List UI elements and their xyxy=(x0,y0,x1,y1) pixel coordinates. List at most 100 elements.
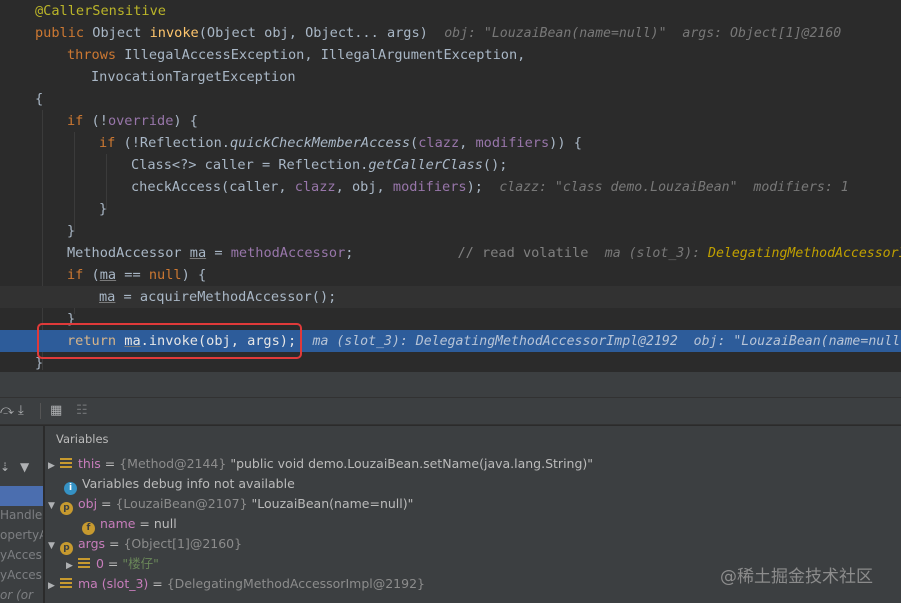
variable-name: ma (slot_3) xyxy=(78,576,149,591)
code-line[interactable]: } xyxy=(0,220,901,242)
code-line[interactable]: throws IllegalAccessException, IllegalAr… xyxy=(0,44,901,66)
debug-inline-hint: ma (slot_3): DelegatingMethodAccessorImp… xyxy=(312,334,901,349)
expand-arrow-icon[interactable]: ▶ xyxy=(66,556,78,576)
code-line[interactable]: InvocationTargetException xyxy=(0,66,901,88)
code-text: = xyxy=(206,245,231,261)
brace: } xyxy=(99,201,108,217)
code-text: ); xyxy=(466,179,483,195)
method-call: getCallerClass xyxy=(368,157,483,173)
code-text: checkAccess(caller, xyxy=(131,179,295,195)
annotation-text: @CallerSensitive xyxy=(35,3,166,19)
variable-name: obj xyxy=(78,496,98,511)
frame-item[interactable]: or (or xyxy=(0,588,43,602)
debug-panel-header xyxy=(0,372,901,397)
variable-name: 0 xyxy=(96,556,104,571)
variable-type: {Method@2144} xyxy=(119,456,227,471)
expand-arrow-icon[interactable]: ▶ xyxy=(48,576,60,596)
code-line[interactable]: ma = acquireMethodAccessor(); xyxy=(0,286,901,308)
equals-sign: = xyxy=(103,556,123,571)
code-text: (); xyxy=(482,157,508,173)
variable-row[interactable]: ▶ 0 = "楼仔" xyxy=(66,554,159,574)
expand-arrow-icon[interactable]: ▶ xyxy=(48,456,60,476)
code-line[interactable]: checkAccess(caller, clazz, obj, modifier… xyxy=(0,176,901,198)
debug-inline-hint: obj: "LouzaiBean(name=null)" args: Objec… xyxy=(444,26,842,41)
variable-row[interactable]: ▼ p obj = {LouzaiBean@2107} "LouzaiBean(na… xyxy=(48,494,413,516)
code-text: )) { xyxy=(549,135,582,151)
code-text: = acquireMethodAccessor(); xyxy=(115,289,337,305)
code-line[interactable]: Class<?> caller = Reflection.getCallerCl… xyxy=(0,154,901,176)
watermark: @稀土掘金技术社区 xyxy=(720,567,873,587)
frame-item[interactable]: yAcces xyxy=(0,568,43,582)
field-list-icon xyxy=(60,578,72,589)
equals-sign: = xyxy=(135,516,154,531)
selected-frame[interactable] xyxy=(0,486,43,506)
code-line[interactable]: MethodAccessor ma = methodAccessor;// re… xyxy=(0,242,901,264)
debug-inline-hint: ma (slot_3): xyxy=(604,246,709,261)
variable-type: {LouzaiBean@2107} xyxy=(115,496,248,511)
field-list-icon xyxy=(78,558,90,569)
code-line[interactable]: if (!Reflection.quickCheckMemberAccess(c… xyxy=(0,132,901,154)
field-list-icon xyxy=(60,458,72,469)
variable-ref: ma xyxy=(99,289,116,305)
type-text: Object xyxy=(92,25,142,41)
keyword: public xyxy=(35,25,85,41)
field-ref: modifiers xyxy=(392,179,467,195)
field-ref: override xyxy=(107,113,174,129)
field-ref: methodAccessor xyxy=(230,245,346,261)
code-line[interactable]: public Object invoke(Object obj, Object.… xyxy=(0,22,901,44)
code-text: MethodAccessor xyxy=(67,245,190,261)
method-name: invoke xyxy=(149,25,199,41)
keyword: if xyxy=(67,113,84,129)
variable-value: null xyxy=(153,516,177,531)
variables-title: Variables xyxy=(56,432,109,446)
code-text: IllegalAccessException, IllegalArgumentE… xyxy=(124,47,526,63)
code-line[interactable]: { xyxy=(0,88,901,110)
field-ref: clazz xyxy=(418,135,460,151)
keyword: null xyxy=(148,267,182,283)
code-text: InvocationTargetException xyxy=(91,69,296,85)
code-comment: // read volatile xyxy=(457,245,589,261)
variable-row[interactable]: f name = null xyxy=(82,514,177,535)
variable-row[interactable]: ▼ p args = {Object[1]@2160} xyxy=(48,534,243,556)
step-into-icon[interactable]: ⤓ xyxy=(18,403,24,418)
collapse-arrow-icon[interactable]: ▼ xyxy=(48,496,60,516)
code-text: ( xyxy=(83,267,100,283)
code-text: ) { xyxy=(173,113,198,129)
frame-item[interactable]: yAcces xyxy=(0,548,43,562)
arrow-down-icon[interactable]: ⇣ xyxy=(0,460,10,474)
code-line[interactable]: if (ma == null) { xyxy=(0,264,901,286)
method-call: quickCheckMemberAccess xyxy=(229,135,411,151)
table-view-icon[interactable]: ▦ xyxy=(50,403,62,418)
step-over-icon[interactable]: ⤼ xyxy=(0,403,14,418)
filter-icon[interactable]: ▼ xyxy=(20,460,29,474)
code-editor[interactable]: @CallerSensitive public Object invoke(Ob… xyxy=(0,0,901,372)
code-text: ( xyxy=(410,135,419,151)
variable-type: {Object[1]@2160} xyxy=(123,536,243,551)
code-text: , obj, xyxy=(335,179,393,195)
params-text: (Object obj, Object... args) xyxy=(198,25,428,41)
frame-item[interactable]: opertyA xyxy=(0,528,43,542)
equals-sign: = xyxy=(148,576,167,591)
evaluate-icon[interactable]: ☷ xyxy=(76,403,88,418)
code-line[interactable]: @CallerSensitive xyxy=(0,0,901,22)
debug-toolbar: ⤼ ⤓ ▦ ☷ xyxy=(0,397,901,425)
frame-item[interactable]: Handle xyxy=(0,508,43,522)
field-ref: clazz xyxy=(294,179,336,195)
code-line[interactable]: if (!override) { xyxy=(0,110,901,132)
code-text: (! xyxy=(83,113,108,129)
keyword: throws xyxy=(67,47,117,63)
code-text: , xyxy=(459,135,476,151)
variable-row[interactable]: ▶ ma (slot_3) = {DelegatingMethodAccessor… xyxy=(48,574,425,594)
highlight-annotation-box xyxy=(37,323,302,359)
code-line[interactable]: } xyxy=(0,198,901,220)
equals-sign: = xyxy=(105,536,124,551)
code-text: ) { xyxy=(181,267,207,283)
variable-name: args xyxy=(78,536,106,551)
variable-ref: ma xyxy=(99,267,117,283)
code-text: == xyxy=(116,267,149,283)
debug-inline-hint: clazz: "class demo.LouzaiBean" modifiers… xyxy=(499,180,849,195)
variable-row[interactable]: ▶ this = {Method@2144} "public void demo.… xyxy=(48,454,593,474)
variable-value: "public void demo.LouzaiBean.setName(jav… xyxy=(226,456,594,471)
collapse-arrow-icon[interactable]: ▼ xyxy=(48,536,60,556)
variable-value: "楼仔" xyxy=(122,556,159,571)
